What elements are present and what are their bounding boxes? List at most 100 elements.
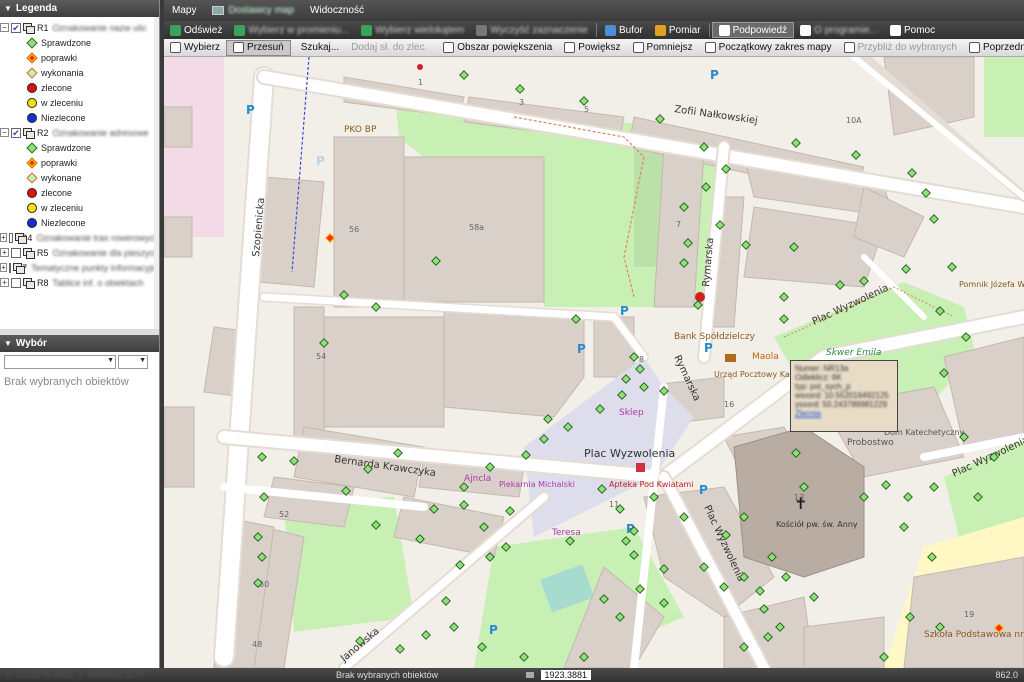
- sign-marker[interactable]: [505, 506, 515, 516]
- expander-icon[interactable]: −: [0, 23, 9, 32]
- legend-group-r5[interactable]: + R5 Oznakowanie dla pieszych: [0, 245, 159, 260]
- selection-mode-select[interactable]: ▼: [118, 355, 148, 369]
- map-tool-label: Dodaj sł. do zlec.: [351, 42, 428, 53]
- svg-text:3: 3: [519, 98, 524, 107]
- map-tool-3[interactable]: Dodaj sł. do zlec.: [345, 40, 433, 56]
- legend-group-label: R5: [36, 247, 49, 258]
- toolbar-button-0[interactable]: Odśwież: [164, 22, 228, 38]
- tooltip-link[interactable]: Zlecnia: [795, 409, 893, 418]
- tooltip-line: wsxsrd: 10.552016492125: [795, 391, 889, 400]
- feature-tooltip: Numer: NR13a Odleklicz: 6K typ: pol_sych…: [790, 360, 898, 432]
- map-tool-6[interactable]: Pomniejsz: [627, 40, 699, 56]
- layer-checkbox[interactable]: [8, 232, 13, 243]
- layer-checkbox[interactable]: ✔: [11, 22, 21, 33]
- map-tool-9[interactable]: Poprzedni: [963, 40, 1024, 56]
- sign-marker-correction[interactable]: [325, 233, 335, 243]
- map-tool-2[interactable]: Szukaj...: [295, 40, 345, 56]
- sign-marker[interactable]: [851, 150, 861, 160]
- sign-marker[interactable]: [947, 262, 957, 272]
- svg-text:56: 56: [349, 225, 359, 234]
- expander-icon[interactable]: −: [0, 128, 9, 137]
- sign-marker[interactable]: [781, 572, 791, 582]
- legend-header[interactable]: ▼ Legenda: [0, 0, 159, 17]
- toolbar-button-5[interactable]: Pomiar: [649, 22, 707, 38]
- sign-marker[interactable]: [515, 84, 525, 94]
- sign-marker[interactable]: [579, 96, 589, 106]
- map-toolbar: Wybierz Przesuń Szukaj... Dodaj sł. do zlec…: [164, 39, 1024, 57]
- map-tool-5[interactable]: Powiększ: [558, 40, 626, 56]
- legend-group-r7[interactable]: + R7 Tematyczne punkty informacyjne: [0, 260, 159, 275]
- toolbar-button-1[interactable]: Wybierz w promieniu...: [228, 22, 355, 38]
- expander-icon[interactable]: +: [0, 263, 7, 272]
- layer-checkbox[interactable]: [8, 262, 11, 273]
- sign-marker[interactable]: [257, 452, 267, 462]
- sign-marker[interactable]: [779, 292, 789, 302]
- expander-icon[interactable]: +: [0, 233, 7, 242]
- sign-marker[interactable]: [421, 630, 431, 640]
- svg-text:1: 1: [418, 78, 423, 87]
- toolbar-button-label: Wybierz w promieniu...: [248, 24, 350, 36]
- toolbar-button-8[interactable]: Pomoc: [884, 22, 941, 38]
- status-bar: x: 2124276.5662, y: 6488602.3277 Brak wy…: [0, 668, 1024, 682]
- legend-group-r4[interactable]: + R4 Oznakowanie tras rowerowych: [0, 230, 159, 245]
- layer-checkbox[interactable]: [11, 277, 21, 288]
- map-tool-8[interactable]: Przybliż do wybranych: [838, 40, 963, 56]
- poi-label: Teresa: [551, 528, 581, 538]
- collapse-icon[interactable]: ▼: [4, 335, 12, 352]
- map-tool-1[interactable]: Przesuń: [226, 39, 291, 56]
- map-canvas[interactable]: Zofii Nałkowskiej Szopienicka Rymarska P…: [164, 57, 1024, 668]
- sign-marker[interactable]: [929, 214, 939, 224]
- map-tool-0[interactable]: Wybierz: [164, 40, 226, 56]
- svg-text:54: 54: [316, 352, 326, 361]
- sign-marker[interactable]: [899, 522, 909, 532]
- sign-marker[interactable]: [791, 138, 801, 148]
- menu-bar: Mapy Dostawcy map Widoczność: [164, 0, 1024, 21]
- legend-scrollbar-horizontal[interactable]: [0, 329, 159, 335]
- toolbar-button-4[interactable]: Bufor: [599, 22, 649, 38]
- sign-marker[interactable]: [459, 70, 469, 80]
- map-tool-label: Przybliż do wybranych: [857, 42, 957, 53]
- sign-marker[interactable]: [441, 596, 451, 606]
- layer-checkbox[interactable]: [10, 247, 21, 258]
- marker-dot: [417, 64, 423, 70]
- menu-maps[interactable]: Mapy: [164, 5, 204, 16]
- sign-marker[interactable]: [395, 644, 405, 654]
- menu-visibility[interactable]: Widoczność: [302, 5, 372, 16]
- green-top-right: [984, 57, 1024, 137]
- toolbar-separator: [595, 23, 597, 37]
- layer-checkbox[interactable]: ✔: [11, 127, 21, 138]
- legend-group-r1[interactable]: − ✔ R1 Oznakowanie nazw ulic: [0, 20, 159, 35]
- sign-marker[interactable]: [449, 622, 459, 632]
- toolbar-button-3[interactable]: Wyczyść zaznaczenie: [470, 22, 594, 38]
- legend-group-r2[interactable]: − ✔ R2 Oznakowanie adresowe: [0, 125, 159, 140]
- selection-layer-select[interactable]: ▼: [4, 355, 116, 369]
- sign-marker[interactable]: [929, 482, 939, 492]
- scale-value[interactable]: 1923.3881: [540, 670, 592, 680]
- map-tool-label: Pomniejsz: [646, 42, 693, 53]
- legend-group-r8[interactable]: + R8 Tablice inf. o obiektach: [0, 275, 159, 290]
- sign-marker[interactable]: [809, 592, 819, 602]
- toolbar-button-label: Wyczyść zaznaczenie: [490, 24, 588, 36]
- legend-item: w zleceniu: [0, 200, 159, 215]
- toolbar-button-6[interactable]: Podpowiedź: [711, 22, 795, 38]
- sign-marker[interactable]: [901, 264, 911, 274]
- legend-scrollbar-vertical[interactable]: [154, 17, 159, 335]
- toolbar-button-7[interactable]: O programie...: [794, 22, 884, 38]
- map-tool-4[interactable]: Obszar powiększenia: [437, 40, 558, 56]
- sign-marker[interactable]: [779, 314, 789, 324]
- collapse-icon[interactable]: ▼: [4, 0, 12, 17]
- expander-icon[interactable]: +: [0, 278, 9, 287]
- sign-marker[interactable]: [881, 480, 891, 490]
- pharmacy-icon: [636, 463, 645, 472]
- menu-map-providers[interactable]: Dostawcy map: [204, 5, 302, 16]
- poi-label: Probostwo: [847, 438, 894, 448]
- circle-symbol-icon: [27, 97, 37, 108]
- sign-marker[interactable]: [907, 168, 917, 178]
- toolbar-button-2[interactable]: Wybierz wielokątem: [355, 22, 470, 38]
- legend-item-label: wykonania: [41, 67, 84, 78]
- toolbar-icon: [718, 24, 730, 36]
- expander-icon[interactable]: +: [0, 248, 9, 257]
- sign-marker[interactable]: [903, 492, 913, 502]
- selection-header[interactable]: ▼ Wybór: [0, 335, 159, 352]
- map-tool-7[interactable]: Początkowy zakres mapy: [699, 40, 838, 56]
